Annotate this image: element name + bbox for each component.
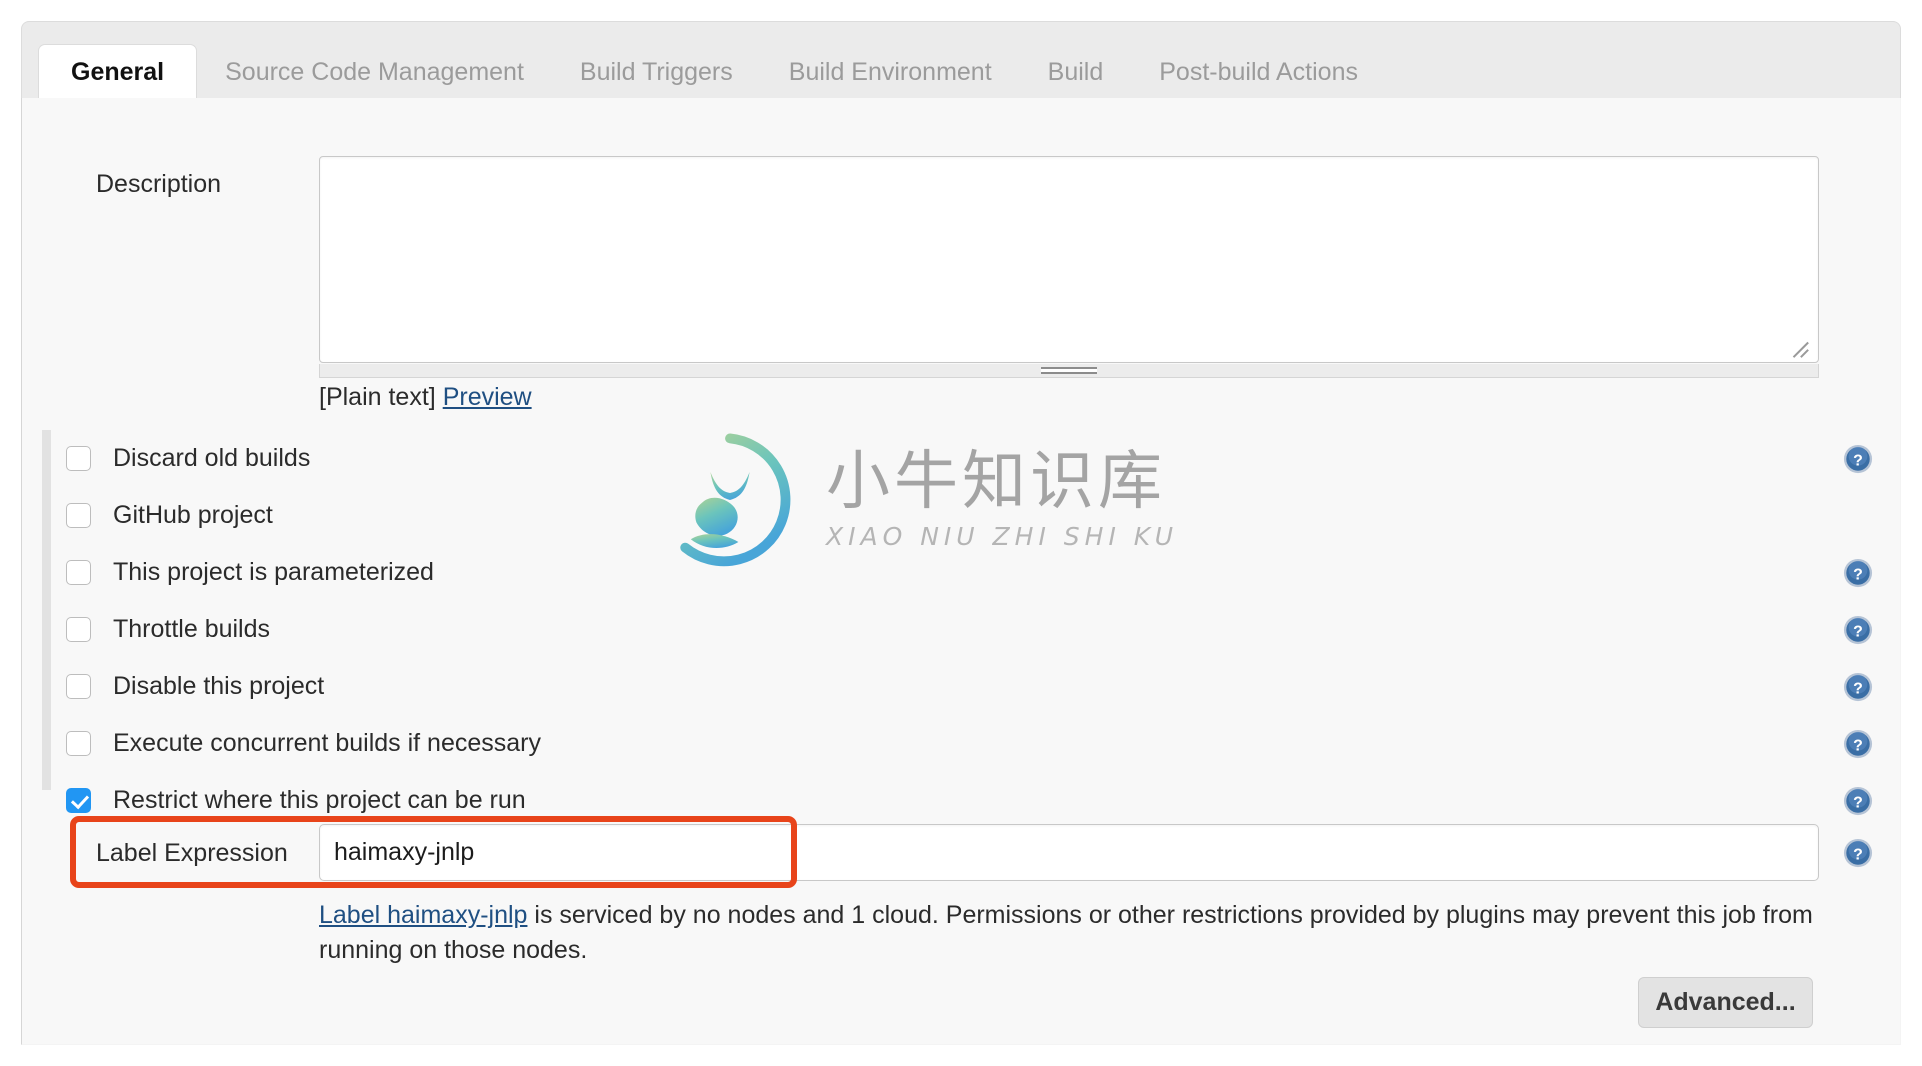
label-node-link[interactable]: Label haimaxy-jnlp: [319, 901, 527, 929]
preview-link[interactable]: Preview: [443, 383, 532, 411]
advanced-button[interactable]: Advanced...: [1638, 977, 1813, 1028]
svg-text:?: ?: [1853, 681, 1863, 698]
option-row[interactable]: This project is parameterized: [66, 544, 1266, 601]
svg-text:?: ?: [1853, 795, 1863, 812]
option-label[interactable]: This project is parameterized: [113, 558, 434, 587]
checkbox-github-project[interactable]: [66, 503, 91, 528]
markup-type-label: [Plain text]: [319, 383, 436, 411]
checkbox-throttle-builds[interactable]: [66, 617, 91, 642]
tab-post-build-actions[interactable]: Post-build Actions: [1131, 45, 1386, 100]
option-row[interactable]: Discard old builds: [66, 430, 1266, 487]
option-label[interactable]: Execute concurrent builds if necessary: [113, 729, 541, 758]
help-icon-throttle-builds[interactable]: ?: [1843, 615, 1873, 645]
description-drag-bar[interactable]: [319, 364, 1819, 378]
option-row[interactable]: Disable this project: [66, 658, 1266, 715]
label-expression-label: Label Expression: [96, 839, 288, 867]
label-expression-input[interactable]: [319, 824, 1819, 881]
label-help-rest: is serviced by no nodes and 1 cloud. Per…: [319, 901, 1813, 964]
drag-grip-icon: [1041, 367, 1097, 374]
project-options-list: Discard old builds GitHub project This pro…: [66, 430, 1266, 829]
description-markup-row: [Plain text] Preview: [319, 383, 532, 412]
option-label[interactable]: Throttle builds: [113, 615, 270, 644]
option-label[interactable]: Discard old builds: [113, 444, 310, 473]
tab-source-code-management[interactable]: Source Code Management: [197, 45, 552, 100]
option-row[interactable]: Throttle builds: [66, 601, 1266, 658]
tab-general[interactable]: General: [38, 44, 198, 100]
option-row[interactable]: Execute concurrent builds if necessary: [66, 715, 1266, 772]
svg-text:?: ?: [1853, 847, 1863, 864]
help-icon-disable-this-project[interactable]: ?: [1843, 672, 1873, 702]
svg-text:?: ?: [1853, 738, 1863, 755]
checkbox-discard-old-builds[interactable]: [66, 446, 91, 471]
tab-build-environment[interactable]: Build Environment: [761, 45, 1020, 100]
option-row[interactable]: GitHub project: [66, 487, 1266, 544]
help-icon-discard-old-builds[interactable]: ?: [1843, 444, 1873, 474]
tab-build[interactable]: Build: [1020, 45, 1132, 100]
section-indicator-bar: [42, 430, 51, 790]
option-row[interactable]: Restrict where this project can be run: [66, 772, 1266, 829]
config-tabs: General Source Code Management Build Trigg…: [38, 44, 1386, 100]
jenkins-job-config-page: General Source Code Management Build Trigg…: [0, 0, 1922, 1066]
config-tab-bar: General Source Code Management Build Trigg…: [21, 21, 1901, 100]
help-icon-execute-concurrent-builds-if-necessary[interactable]: ?: [1843, 729, 1873, 759]
help-icon-label-expression[interactable]: ?: [1843, 838, 1873, 868]
help-icon-restrict-where-this-project-can-be-run[interactable]: ?: [1843, 786, 1873, 816]
option-label[interactable]: GitHub project: [113, 501, 273, 530]
description-label: Description: [96, 170, 222, 198]
checkbox-this-project-is-parameterized[interactable]: [66, 560, 91, 585]
tab-build-triggers[interactable]: Build Triggers: [552, 45, 761, 100]
label-expression-help-text: Label haimaxy-jnlp is serviced by no nod…: [319, 898, 1824, 968]
checkbox-execute-concurrent-builds-if-necessary[interactable]: [66, 731, 91, 756]
svg-text:?: ?: [1853, 624, 1863, 641]
checkbox-disable-this-project[interactable]: [66, 674, 91, 699]
option-label[interactable]: Restrict where this project can be run: [113, 786, 526, 815]
checkbox-restrict-where-this-project-can-be-run[interactable]: [66, 788, 91, 813]
description-textarea[interactable]: [319, 156, 1819, 363]
svg-text:?: ?: [1853, 567, 1863, 584]
svg-text:?: ?: [1853, 453, 1863, 470]
help-icon-this-project-is-parameterized[interactable]: ?: [1843, 558, 1873, 588]
option-label[interactable]: Disable this project: [113, 672, 324, 701]
